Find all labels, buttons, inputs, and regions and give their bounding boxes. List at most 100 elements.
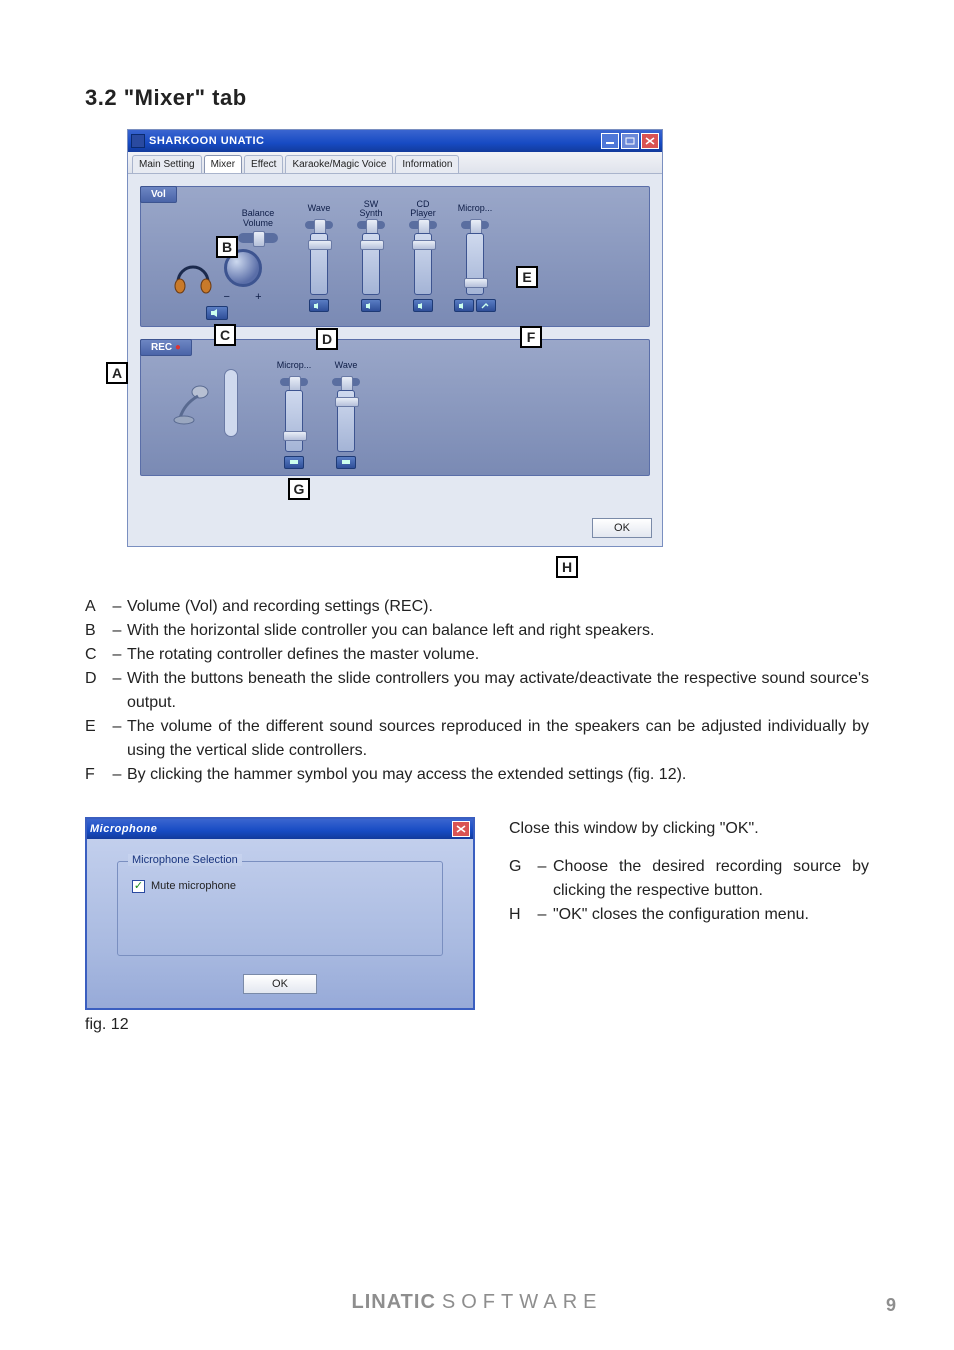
channel-balance-slider[interactable] [332, 378, 360, 386]
app-window: A B C D E F G H SHARKOON UNATIC Main Set… [127, 129, 663, 547]
channel-mute-button[interactable] [361, 299, 381, 312]
mute-mic-label: Mute microphone [151, 880, 236, 892]
legend-row: B–With the horizontal slide controller y… [85, 619, 869, 643]
callout-E: E [516, 266, 538, 288]
master-mute-button[interactable] [206, 306, 228, 320]
footer-section: SOFTWARE [442, 1291, 603, 1313]
legend-desc: The rotating controller defines the mast… [127, 643, 869, 667]
channel-mute-button[interactable] [454, 299, 474, 312]
channel-settings-button[interactable] [476, 299, 496, 312]
close-note: Close this window by clicking "OK". [509, 817, 869, 841]
rec-panel-header: REC [140, 339, 192, 356]
legend-key: C [85, 643, 107, 667]
checkbox-icon: ✓ [132, 880, 145, 893]
section-heading: 3.2 "Mixer" tab [85, 85, 869, 111]
channel-balance-slider[interactable] [409, 221, 437, 229]
callout-H: H [556, 556, 578, 578]
mute-microphone-checkbox[interactable]: ✓ Mute microphone [132, 880, 428, 893]
footer-brand: LINATIC [352, 1291, 436, 1313]
microphone-dialog: Microphone Microphone Selection ✓ Mute m… [85, 817, 475, 1010]
legend-row: G–Choose the desired recording source by… [509, 855, 869, 903]
vol-channel: CD Player [402, 199, 444, 312]
app-icon [131, 134, 145, 148]
window-titlebar: SHARKOON UNATIC [128, 130, 662, 152]
channel-volume-slider[interactable] [310, 233, 328, 295]
legend-key: B [85, 619, 107, 643]
window-maximize-button[interactable] [621, 133, 639, 149]
legend-desc: With the buttons beneath the slide contr… [127, 667, 869, 715]
channel-label: Microp... [277, 356, 312, 376]
channel-balance-slider[interactable] [357, 221, 385, 229]
page-number: 9 [886, 1295, 896, 1316]
callout-B: B [216, 236, 238, 258]
legend-row: A–Volume (Vol) and recording settings (R… [85, 595, 869, 619]
microphone-icon [170, 380, 216, 426]
balance-slider[interactable] [238, 233, 278, 243]
page-footer: LINATIC SOFTWARE [0, 1291, 954, 1314]
legend-key: E [85, 715, 107, 763]
mic-dialog-close-button[interactable] [452, 821, 470, 837]
tab-effect[interactable]: Effect [244, 155, 283, 173]
channel-volume-slider[interactable] [414, 233, 432, 295]
callout-G: G [288, 478, 310, 500]
channel-label: Wave [308, 199, 331, 219]
vol-channel: Microp... [454, 199, 496, 312]
tab-information[interactable]: Information [395, 155, 459, 173]
vol-panel-header: Vol [140, 186, 177, 203]
channel-mute-button[interactable] [413, 299, 433, 312]
dial-range-label: −+ [224, 291, 262, 303]
legend-desc: Volume (Vol) and recording settings (REC… [127, 595, 869, 619]
legend-key: G [509, 855, 531, 903]
window-minimize-button[interactable] [601, 133, 619, 149]
ok-button[interactable]: OK [592, 518, 652, 538]
legend-row: F–By clicking the hammer symbol you may … [85, 763, 869, 787]
channel-volume-slider[interactable] [337, 390, 355, 452]
legend-desc: "OK" closes the configuration menu. [553, 903, 869, 927]
rec-channel: Microp... [273, 356, 315, 469]
rec-source-button[interactable] [336, 456, 356, 469]
tab-bar: Main Setting Mixer Effect Karaoke/Magic … [128, 152, 662, 174]
window-title: SHARKOON UNATIC [149, 135, 601, 147]
callout-A: A [106, 362, 128, 384]
tab-main-setting[interactable]: Main Setting [132, 155, 202, 173]
rec-level-slider[interactable] [224, 369, 238, 437]
callout-F: F [520, 326, 542, 348]
legend-list: A–Volume (Vol) and recording settings (R… [85, 595, 869, 787]
rec-channel: Wave [325, 356, 367, 469]
figure-caption: fig. 12 [85, 1016, 475, 1034]
vol-channel: SW Synth [350, 199, 392, 312]
tab-karaoke[interactable]: Karaoke/Magic Voice [285, 155, 393, 173]
channel-balance-slider[interactable] [305, 221, 333, 229]
balance-volume-label: Balance Volume [238, 209, 278, 229]
legend-desc: With the horizontal slide controller you… [127, 619, 869, 643]
channel-balance-slider[interactable] [461, 221, 489, 229]
mic-dialog-title: Microphone [90, 823, 452, 835]
channel-volume-slider[interactable] [466, 233, 484, 295]
mic-group-label: Microphone Selection [128, 854, 242, 866]
channel-volume-slider[interactable] [362, 233, 380, 295]
channel-balance-slider[interactable] [280, 378, 308, 386]
legend-row: D–With the buttons beneath the slide con… [85, 667, 869, 715]
legend-row: H–"OK" closes the configuration menu. [509, 903, 869, 927]
channel-label: Microp... [458, 199, 493, 219]
callout-D: D [316, 328, 338, 350]
callout-C: C [214, 324, 236, 346]
legend-desc: By clicking the hammer symbol you may ac… [127, 763, 869, 787]
window-close-button[interactable] [641, 133, 659, 149]
legend-key: D [85, 667, 107, 715]
channel-label: Wave [335, 356, 358, 376]
rec-source-button[interactable] [284, 456, 304, 469]
mic-dialog-ok-button[interactable]: OK [243, 974, 317, 994]
rec-panel: REC Microp... Wave [140, 339, 650, 476]
tab-mixer[interactable]: Mixer [204, 155, 242, 173]
channel-label: SW Synth [359, 199, 382, 219]
legend-key: F [85, 763, 107, 787]
channel-mute-button[interactable] [309, 299, 329, 312]
vol-channel: Wave [298, 199, 340, 312]
channel-volume-slider[interactable] [285, 390, 303, 452]
legend-desc: Choose the desired recording source by c… [553, 855, 869, 903]
legend-desc: The volume of the different sound source… [127, 715, 869, 763]
legend-key: A [85, 595, 107, 619]
headphones-icon [172, 260, 214, 296]
channel-label: CD Player [410, 199, 436, 219]
